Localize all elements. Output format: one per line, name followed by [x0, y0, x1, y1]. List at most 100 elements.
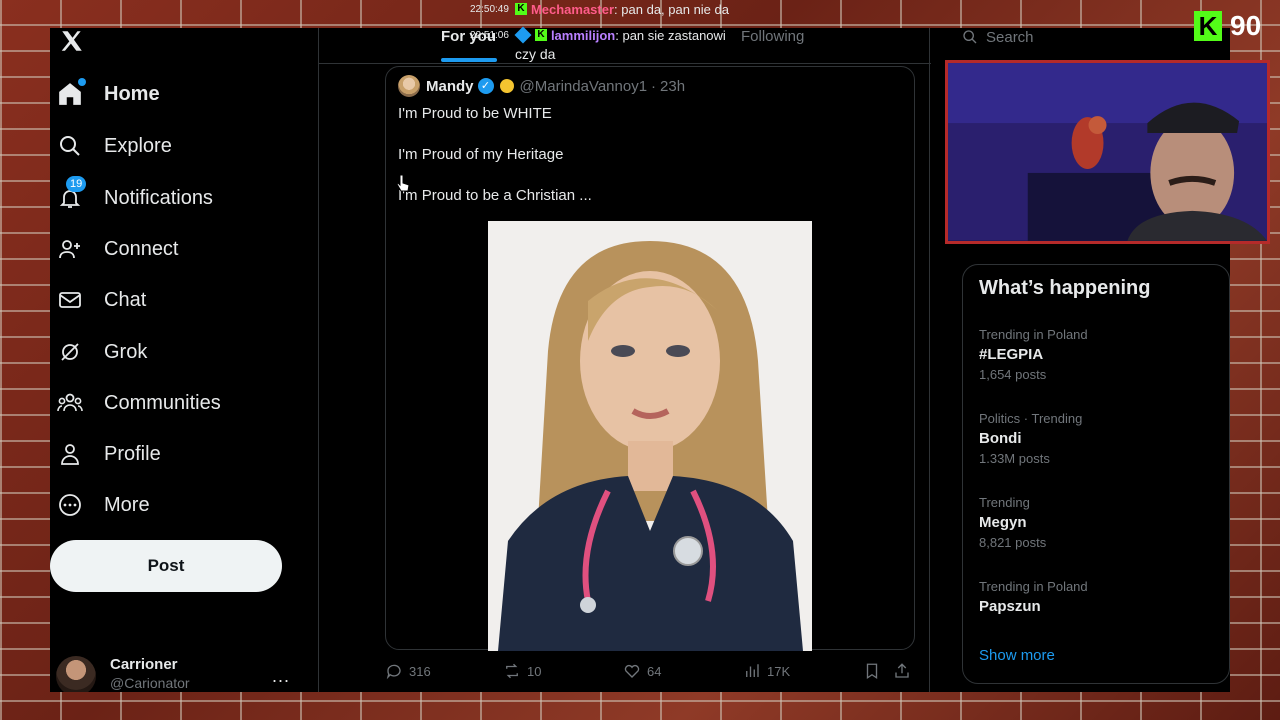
people-icon	[56, 389, 84, 417]
trend-count: 1,654 posts	[979, 367, 1047, 382]
like-button[interactable]: 64	[623, 662, 661, 680]
chat-text: : pan da, pan nie da	[614, 1, 729, 17]
chat-continuation: czy da	[515, 46, 556, 62]
tweet-author-handle[interactable]: @MarindaVannoy1	[520, 78, 648, 95]
views-button[interactable]: 17K	[743, 662, 790, 680]
trend-meta: Trending in Poland	[979, 327, 1088, 342]
nav-explore[interactable]: Explore	[56, 124, 172, 168]
nav-label-chat: Chat	[104, 288, 147, 311]
heart-icon	[624, 664, 640, 678]
tab-following[interactable]: Following	[741, 28, 804, 60]
trend-meta: Politics · Trending	[979, 411, 1083, 426]
tweet-actions: 316 10 64 17K	[385, 662, 915, 686]
view-count: 17K	[767, 663, 791, 679]
verified-badge-icon: ✓	[477, 78, 494, 94]
chat-username: lammilijon	[550, 27, 616, 43]
post-button[interactable]: Post	[50, 540, 282, 592]
show-more-link[interactable]: Show more	[979, 647, 1055, 664]
whats-happening-panel: What’s happening Trending in Poland #LEG…	[962, 264, 1230, 684]
home-icon	[56, 78, 86, 108]
account-handle: @Carionator	[110, 675, 190, 691]
trend-count: 1.33M posts	[979, 451, 1050, 466]
kick-badge-icon: K	[514, 3, 527, 15]
search-icon	[963, 30, 977, 44]
nav-label-notifications: Notifications	[104, 186, 213, 209]
repost-button[interactable]: 10	[503, 662, 541, 680]
trend-meta: Trending in Poland	[979, 579, 1088, 594]
kick-badge-icon: K	[534, 29, 547, 41]
nav-label-connect: Connect	[104, 237, 179, 260]
like-count: 64	[647, 663, 662, 679]
avatar	[56, 656, 96, 692]
author-avatar[interactable]	[398, 75, 420, 97]
reply-button[interactable]: 316	[385, 662, 431, 680]
left-navigation: Home Explore 19 Notifications Connect Ch…	[50, 28, 318, 692]
viewer-counter: K 90	[1194, 10, 1261, 42]
x-logo-icon[interactable]	[58, 28, 86, 54]
envelope-icon	[56, 286, 84, 314]
chat-timestamp: 22:50:49	[470, 3, 509, 15]
person-icon	[56, 440, 84, 468]
stream-chat-overlay: 22:50:49 K Mechamaster : pan da, pan nie…	[470, 0, 729, 48]
kick-logo-icon: K	[1194, 11, 1222, 41]
grok-icon	[56, 338, 84, 366]
tweet-text-line: I'm Proud to be WHITE	[398, 105, 552, 122]
chat-message: 22:50:49 K Mechamaster : pan da, pan nie…	[470, 0, 729, 22]
notification-badge: 19	[66, 176, 87, 192]
nav-connect[interactable]: Connect	[56, 227, 179, 271]
tweet-author-name[interactable]: Mandy	[426, 78, 474, 95]
person-add-icon	[56, 235, 84, 263]
nav-more[interactable]: More	[56, 483, 150, 527]
unread-dot	[78, 78, 86, 86]
chat-message: 22:51:06 K lammilijon : pan sie zastanow…	[470, 22, 729, 48]
chat-timestamp: 22:51:06	[470, 29, 509, 41]
tweet-header: Mandy ✓ @MarindaVannoy1 · 23h	[398, 75, 685, 97]
trends-title: What’s happening	[979, 277, 1151, 299]
nav-notifications[interactable]: 19 Notifications	[56, 176, 213, 220]
nav-label-communities: Communities	[104, 391, 221, 414]
active-tab-indicator	[441, 58, 497, 62]
nav-communities[interactable]: Communities	[56, 381, 221, 425]
trend-item[interactable]: Trending Megyn 8,821 posts	[979, 495, 1209, 550]
diamond-badge-icon	[514, 26, 532, 44]
quoted-tweet[interactable]: Mandy ✓ @MarindaVannoy1 · 23h I'm Proud …	[385, 66, 915, 651]
trend-name: Megyn	[979, 514, 1027, 531]
more-dots-icon[interactable]: ...	[272, 666, 290, 687]
header-separator: ·	[651, 77, 657, 95]
nav-label-more: More	[104, 493, 150, 516]
share-icon	[895, 663, 909, 678]
chat-text: : pan sie zastanowi	[615, 27, 726, 43]
repost-count: 10	[527, 663, 542, 679]
trend-name: #LEGPIA	[979, 346, 1044, 363]
trend-meta: Trending	[979, 495, 1030, 510]
viewer-count: 90	[1230, 10, 1262, 41]
nav-chat[interactable]: Chat	[56, 278, 146, 322]
search-input[interactable]: Search	[962, 28, 1230, 46]
account-switcher[interactable]: Carrioner @Carionator ...	[56, 656, 296, 692]
trend-item[interactable]: Politics · Trending Bondi 1.33M posts	[979, 411, 1209, 466]
reply-icon	[386, 664, 401, 680]
tweet-text-line: I'm Proud to be a Christian ...	[398, 187, 592, 204]
trend-item[interactable]: Trending in Poland Papszun	[979, 579, 1209, 615]
tweet-photo[interactable]	[488, 221, 812, 651]
more-circle-icon	[56, 491, 84, 519]
share-button[interactable]	[893, 662, 917, 680]
bookmark-icon	[866, 663, 878, 680]
bookmark-button[interactable]	[863, 662, 887, 680]
trend-item[interactable]: Trending in Poland #LEGPIA 1,654 posts	[979, 327, 1209, 382]
tweet-timestamp[interactable]: 23h	[660, 78, 685, 95]
nav-grok[interactable]: Grok	[56, 330, 147, 374]
reply-count: 316	[409, 663, 431, 679]
search-placeholder: Search	[986, 28, 1034, 46]
trend-name: Papszun	[979, 598, 1041, 615]
hand-cursor-icon	[396, 174, 410, 192]
nav-home[interactable]: Home	[56, 72, 160, 116]
bell-icon: 19	[56, 176, 87, 212]
timeline-column: For you Following Mandy ✓ @MarindaVannoy…	[318, 28, 931, 692]
chat-username: Mechamaster	[530, 1, 615, 17]
tweet-text-line: I'm Proud of my Heritage	[398, 146, 564, 163]
account-name: Carrioner	[110, 656, 178, 673]
nav-profile[interactable]: Profile	[56, 432, 161, 476]
analytics-icon	[746, 664, 759, 677]
nav-label-profile: Profile	[104, 442, 161, 465]
